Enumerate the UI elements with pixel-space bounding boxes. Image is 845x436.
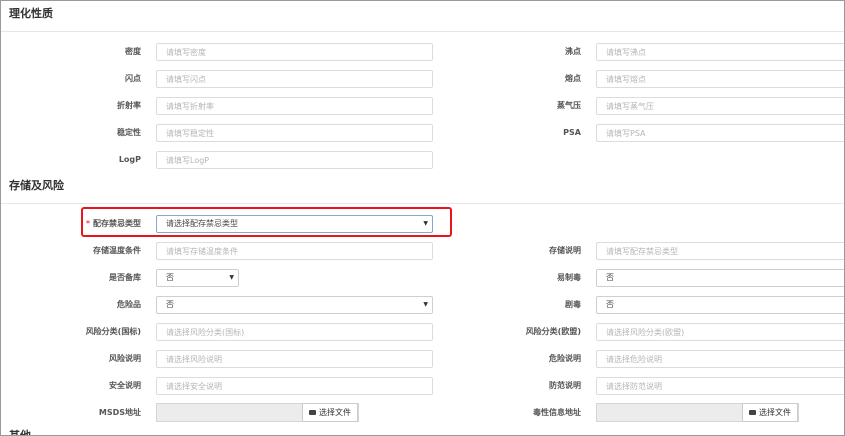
msds-label: MSDS地址: [98, 408, 141, 417]
form-page: 理化性质 密度 请填写密度 沸点 请填写沸点 闪点 请填写闪点 熔点 请填写熔点…: [0, 0, 845, 436]
storage-note-label: 存储说明: [549, 246, 581, 255]
flash-point-input[interactable]: 请填写闪点: [156, 70, 433, 88]
risk-class-intl-input[interactable]: 请选择风险分类(国标): [156, 323, 433, 341]
msds-file-input[interactable]: 选择文件: [156, 403, 359, 422]
risk-note-input[interactable]: 请选择风险说明: [156, 350, 433, 368]
safety-note-label: 安全说明: [109, 381, 141, 390]
flash-point-label: 闪点: [125, 74, 141, 83]
precursor-label: 易制毒: [557, 273, 581, 282]
section-title-storage: 存储及风险: [9, 179, 64, 192]
toxicity-info-label: 毒性信息地址: [533, 408, 581, 417]
risk-class-intl-label: 风险分类(国标): [85, 327, 141, 336]
toxic-label: 剧毒: [565, 300, 581, 309]
hazard-note-label: 危险说明: [549, 354, 581, 363]
refractive-index-label: 折射率: [117, 101, 141, 110]
refractive-index-input[interactable]: 请填写折射率: [156, 97, 433, 115]
hazardous-value: 否: [166, 300, 174, 309]
is-prepared-select[interactable]: 否 ▼: [156, 269, 239, 287]
caret-down-icon: ▼: [229, 274, 234, 281]
melting-point-input[interactable]: 请填写熔点: [596, 70, 844, 88]
highlight-box: [81, 207, 452, 237]
is-prepared-value: 否: [166, 273, 174, 282]
vapor-pressure-label: 蒸气压: [557, 101, 581, 110]
msds-choose-file-label: 选择文件: [319, 408, 351, 417]
psa-label: PSA: [563, 128, 581, 137]
folder-open-icon: [749, 410, 756, 415]
section-divider: [1, 203, 844, 204]
vapor-pressure-input[interactable]: 请填写蒸气压: [596, 97, 844, 115]
psa-input[interactable]: 请填写PSA: [596, 124, 844, 142]
precaution-note-input[interactable]: 请选择防范说明: [596, 377, 844, 395]
precursor-select[interactable]: 否: [596, 269, 844, 287]
section-divider: [1, 31, 844, 32]
section-title-other: 其他: [9, 429, 31, 436]
risk-class-eu-label: 风险分类(欧盟): [525, 327, 581, 336]
storage-note-input[interactable]: 请填写配存禁忌类型: [596, 242, 844, 260]
toxic-value: 否: [606, 300, 614, 309]
density-label: 密度: [125, 47, 141, 56]
boiling-point-input[interactable]: 请填写沸点: [596, 43, 844, 61]
melting-point-label: 熔点: [565, 74, 581, 83]
logp-input[interactable]: 请填写LogP: [156, 151, 433, 169]
storage-temp-label: 存储温度条件: [93, 246, 141, 255]
section-title-physicochemical: 理化性质: [9, 7, 53, 20]
hazardous-label: 危险品: [117, 300, 141, 309]
stability-label: 稳定性: [117, 128, 141, 137]
density-input[interactable]: 请填写密度: [156, 43, 433, 61]
toxicity-choose-file-label: 选择文件: [759, 408, 791, 417]
safety-note-input[interactable]: 请选择安全说明: [156, 377, 433, 395]
stability-input[interactable]: 请填写稳定性: [156, 124, 433, 142]
toxicity-choose-file-button[interactable]: 选择文件: [742, 403, 798, 422]
msds-choose-file-button[interactable]: 选择文件: [302, 403, 358, 422]
folder-open-icon: [309, 410, 316, 415]
storage-temp-input[interactable]: 请填写存储温度条件: [156, 242, 433, 260]
precursor-value: 否: [606, 273, 614, 282]
risk-note-label: 风险说明: [109, 354, 141, 363]
hazardous-select[interactable]: 否 ▼: [156, 296, 433, 314]
hazard-note-input[interactable]: 请选择危险说明: [596, 350, 844, 368]
precaution-note-label: 防范说明: [549, 381, 581, 390]
toxic-select[interactable]: 否: [596, 296, 844, 314]
toxicity-info-file-input[interactable]: 选择文件: [596, 403, 799, 422]
boiling-point-label: 沸点: [565, 47, 581, 56]
logp-label: LogP: [118, 155, 141, 164]
is-prepared-label: 是否备库: [109, 273, 141, 282]
risk-class-eu-input[interactable]: 请选择风险分类(欧盟): [596, 323, 844, 341]
